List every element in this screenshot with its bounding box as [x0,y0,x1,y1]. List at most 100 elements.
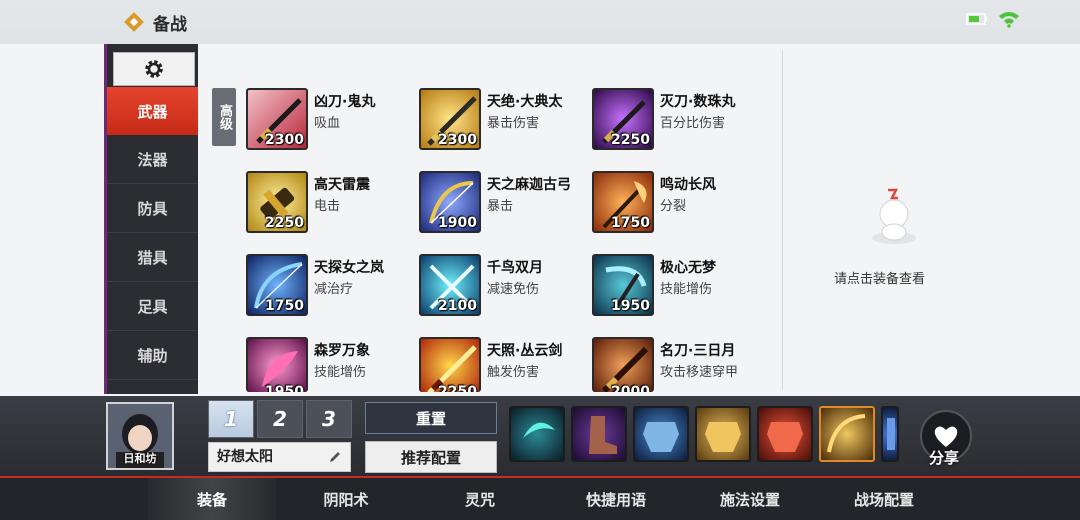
recommend-config-button[interactable]: 推荐配置 [365,441,497,473]
weapon-price: 2250 [265,215,304,231]
gold-bow-icon [827,414,866,453]
weapon-card[interactable]: 2300 天绝·大典太 暴击伤害 [419,88,589,154]
weapon-price: 1750 [611,215,650,231]
weapon-price: 1750 [265,298,304,314]
weapon-thumbnail: 1950 [246,337,308,392]
weapon-effect: 吸血 [314,116,341,131]
sidebar-item-hunting[interactable]: 猎具 [107,234,198,282]
weapon-price: 2300 [438,132,477,148]
weapon-effect: 技能增伤 [660,282,713,297]
preset-slot-3[interactable]: 3 [306,400,352,438]
weapon-card[interactable]: 2250 高天雷震 电击 [246,171,416,237]
weapon-thumbnail: 2250 [419,337,481,392]
gold-armor-icon [705,422,741,452]
weapon-effect: 分裂 [660,199,687,214]
blue-armor-icon [643,422,679,452]
preset-name-text: 好想太阳 [217,449,273,465]
tier-tab-advanced[interactable]: 高级 [212,88,236,146]
weapon-thumbnail: 2000 [592,337,654,392]
equipped-slot-blue-armor[interactable] [633,406,689,462]
weapon-card[interactable]: 2100 千鸟双月 减速免伤 [419,254,589,320]
weapon-thumbnail: 2250 [246,171,308,233]
weapon-price: 2250 [611,132,650,148]
weapon-card[interactable]: 1750 鸣动长风 分裂 [592,171,762,237]
weapon-price: 1900 [438,215,477,231]
pencil-icon[interactable] [328,450,342,464]
sidebar-item-support[interactable]: 辅助 [107,332,198,380]
weapon-name: 名刀·三日月 [660,343,736,359]
weapon-effect: 暴击伤害 [487,116,540,131]
blue-item-icon [887,418,895,450]
page-title: 备战 [153,15,187,35]
weapon-thumbnail: 2250 [592,88,654,150]
weapon-thumbnail: 2300 [246,88,308,150]
weapon-effect: 百分比伤害 [660,116,726,131]
weapon-card[interactable]: 2000 名刀·三日月 攻击移速穿甲 [592,337,762,392]
weapon-card[interactable]: 2250 灭刀·数珠丸 百分比伤害 [592,88,762,154]
tab-quick-chat[interactable]: 快捷用语 [552,478,680,520]
weapon-effect: 减速免伤 [487,282,540,297]
weapon-card[interactable]: 1950 森罗万象 技能增伤 [246,337,416,392]
equipped-slot-partial[interactable] [881,406,899,462]
weapon-effect: 电击 [314,199,341,214]
weapon-card[interactable]: 1900 天之麻迦古弓 暴击 [419,171,589,237]
weapon-card[interactable]: 1750 天探女之岚 减治疗 [246,254,416,320]
tab-equipment[interactable]: 装备 [148,478,276,520]
weapon-effect: 减治疗 [314,282,354,297]
weapon-price: 1950 [265,384,304,392]
tab-cast-settings[interactable]: 施法设置 [686,478,814,520]
settings-tab[interactable] [113,52,195,86]
teal-crescent-icon [523,422,555,438]
weapon-price: 2250 [438,384,477,392]
weapon-name: 极心无梦 [660,260,716,276]
weapon-name: 高天雷震 [314,177,370,193]
preset-name-field[interactable]: 好想太阳 [208,442,351,472]
weapon-effect: 攻击移速穿甲 [660,365,739,380]
weapon-card[interactable]: 2250 天照·丛云剑 触发伤害 [419,337,589,392]
weapon-thumbnail: 2300 [419,88,481,150]
weapon-name: 天探女之岚 [314,260,384,276]
weapon-thumbnail: 1900 [419,171,481,233]
category-sidebar: 武器 法器 防具 猎具 足具 辅助 [104,44,198,394]
sidebar-item-boots[interactable]: 足具 [107,283,198,331]
top-bar: 备战 [0,0,1080,44]
equipped-slot-gold-bow[interactable] [819,406,875,462]
weapon-card[interactable]: 1950 极心无梦 技能增伤 [592,254,762,320]
weapon-thumbnail: 1750 [246,254,308,316]
weapon-name: 灭刀·数珠丸 [660,94,736,110]
tab-battle-config[interactable]: 战场配置 [820,478,948,520]
share-label: 分享 [929,449,960,467]
weapon-thumbnail: 2100 [419,254,481,316]
weapon-name: 天之麻迦古弓 [487,177,571,193]
gear-icon [145,60,163,78]
preset-slot-2[interactable]: 2 [257,400,303,438]
sidebar-item-magic[interactable]: 法器 [107,136,198,184]
purple-boot-icon [589,416,617,454]
hero-avatar[interactable]: 日和坊 [106,402,174,470]
detail-hint: 请点击装备查看 [834,272,926,287]
tab-spell[interactable]: 灵咒 [416,478,544,520]
equipped-slot-teal-crescent[interactable] [509,406,565,462]
battery-icon [966,13,987,25]
weapon-effect: 暴击 [487,199,514,214]
weapon-thumbnail: 1750 [592,171,654,233]
weapon-name: 鸣动长风 [660,177,716,193]
weapon-name: 凶刀·鬼丸 [314,94,376,110]
equipped-slot-gold-armor[interactable] [695,406,751,462]
reset-button[interactable]: 重置 [365,402,497,434]
mascot-placeholder-icon [872,188,916,244]
weapon-price: 1950 [611,298,650,314]
equipped-slot-red-armor[interactable] [757,406,813,462]
equipped-slot-boot[interactable] [571,406,627,462]
weapon-card[interactable]: 2300 凶刀·鬼丸 吸血 [246,88,416,154]
preset-slot-1[interactable]: 1 [208,400,254,438]
weapon-price: 2000 [611,384,650,392]
weapon-effect: 技能增伤 [314,365,367,380]
weapon-name: 森罗万象 [314,343,370,359]
tab-onmyoji-skills[interactable]: 阴阳术 [282,478,410,520]
sidebar-item-armor[interactable]: 防具 [107,185,198,233]
sidebar-item-weapon[interactable]: 武器 [107,87,198,135]
hero-name: 日和坊 [123,452,157,465]
weapon-name: 千鸟双月 [487,260,543,276]
weapon-name: 天照·丛云剑 [487,343,563,359]
